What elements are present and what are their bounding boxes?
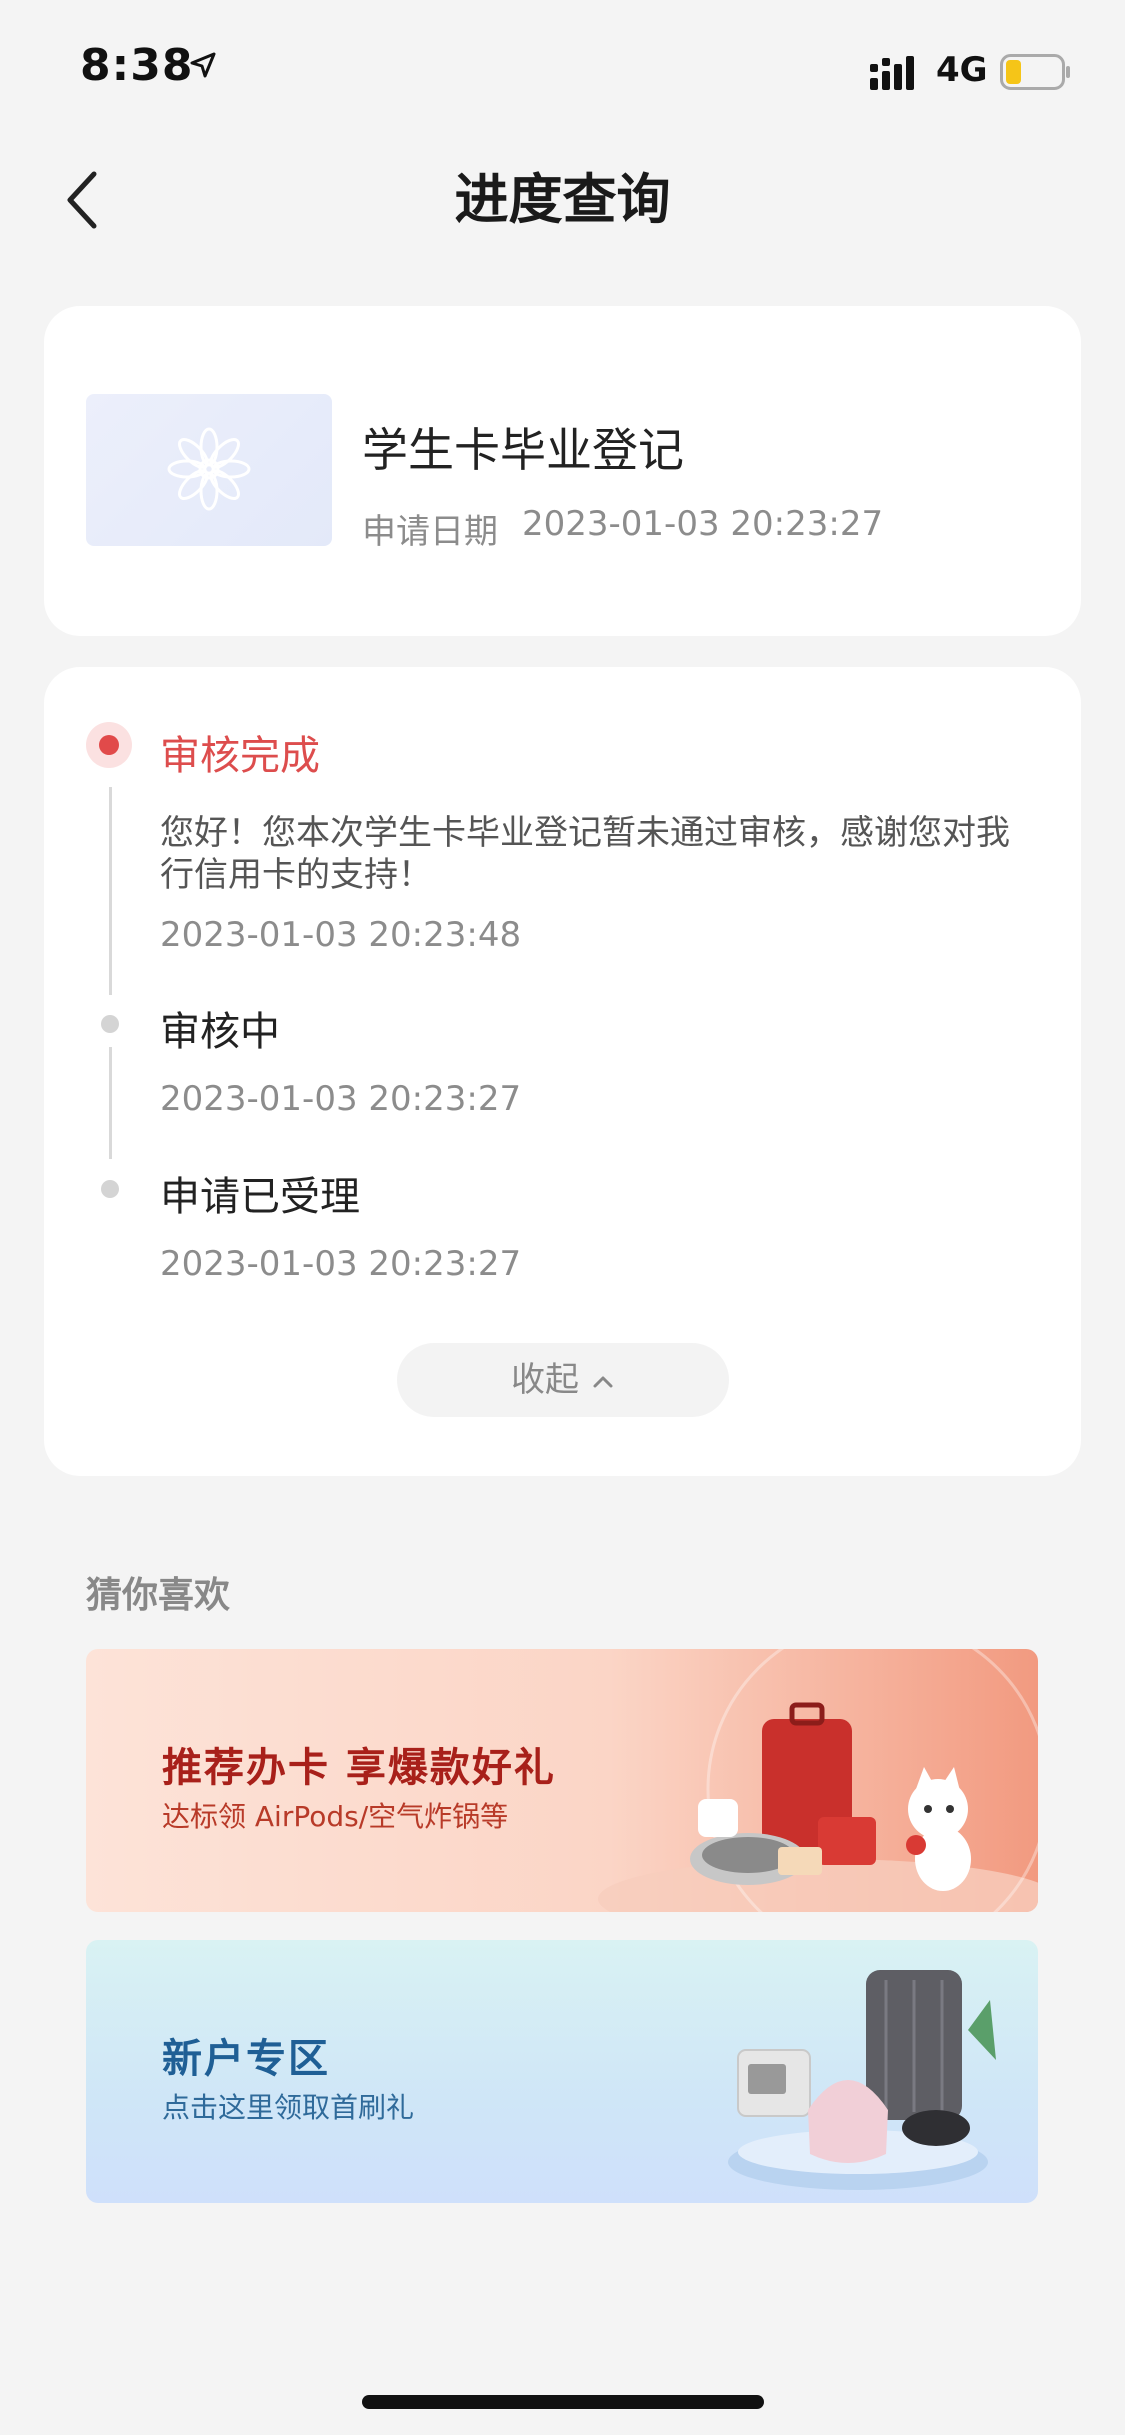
progress-card: 审核完成 您好！您本次学生卡毕业登记暂未通过审核，感谢您对我行信用卡的支持！ 2… bbox=[44, 667, 1081, 1476]
battery-icon bbox=[1000, 54, 1072, 94]
flower-icon bbox=[167, 427, 251, 511]
status-time: 8:38 bbox=[80, 40, 194, 91]
banner-subtitle: 达标领 AirPods/空气炸锅等 bbox=[162, 1800, 509, 1833]
section-title: 猜你喜欢 bbox=[86, 1575, 231, 1616]
step-time: 2023-01-03 20:23:27 bbox=[160, 1079, 522, 1119]
banner-subtitle: 点击这里领取首刷礼 bbox=[162, 2091, 415, 2124]
step-title-reviewing: 审核中 bbox=[160, 1009, 280, 1055]
application-name: 学生卡毕业登记 bbox=[362, 423, 684, 477]
location-arrow-icon bbox=[190, 52, 216, 82]
gift-illustration bbox=[728, 1970, 996, 2190]
step-time: 2023-01-03 20:23:48 bbox=[160, 915, 522, 955]
step-dot-active bbox=[86, 722, 132, 768]
step-title-complete: 审核完成 bbox=[160, 733, 320, 779]
application-date: 2023-01-03 20:23:27 bbox=[522, 504, 884, 544]
home-indicator bbox=[362, 2395, 764, 2409]
signal-icon bbox=[870, 56, 920, 94]
status-bar: 8:38 4G bbox=[0, 0, 1125, 140]
banner-title: 新户专区 bbox=[162, 2035, 330, 2082]
promo-banner-referral[interactable]: 推荐办卡 享爆款好礼 达标领 AirPods/空气炸锅等 bbox=[86, 1649, 1038, 1912]
chevron-up-icon bbox=[593, 1376, 613, 1387]
collapse-button[interactable]: 收起 bbox=[397, 1343, 729, 1417]
collapse-label: 收起 bbox=[511, 1360, 579, 1400]
step-time: 2023-01-03 20:23:27 bbox=[160, 1244, 522, 1284]
application-date-label: 申请日期 bbox=[362, 512, 498, 552]
card-thumbnail bbox=[86, 394, 332, 546]
timeline-line bbox=[109, 787, 112, 995]
timeline-line bbox=[109, 1047, 112, 1159]
promo-banner-new-customer[interactable]: 新户专区 点击这里领取首刷礼 bbox=[86, 1940, 1038, 2203]
gift-illustration bbox=[598, 1649, 1038, 1912]
step-message: 您好！您本次学生卡毕业登记暂未通过审核，感谢您对我行信用卡的支持！ bbox=[160, 813, 1010, 895]
step-title-accepted: 申请已受理 bbox=[160, 1174, 360, 1220]
network-type: 4G bbox=[936, 50, 988, 90]
application-card[interactable]: 学生卡毕业登记 申请日期 2023-01-03 20:23:27 bbox=[44, 306, 1081, 636]
banner-title: 推荐办卡 享爆款好礼 bbox=[162, 1744, 556, 1791]
step-dot bbox=[101, 1180, 119, 1198]
page-title: 进度查询 bbox=[454, 168, 671, 231]
step-dot bbox=[101, 1015, 119, 1033]
